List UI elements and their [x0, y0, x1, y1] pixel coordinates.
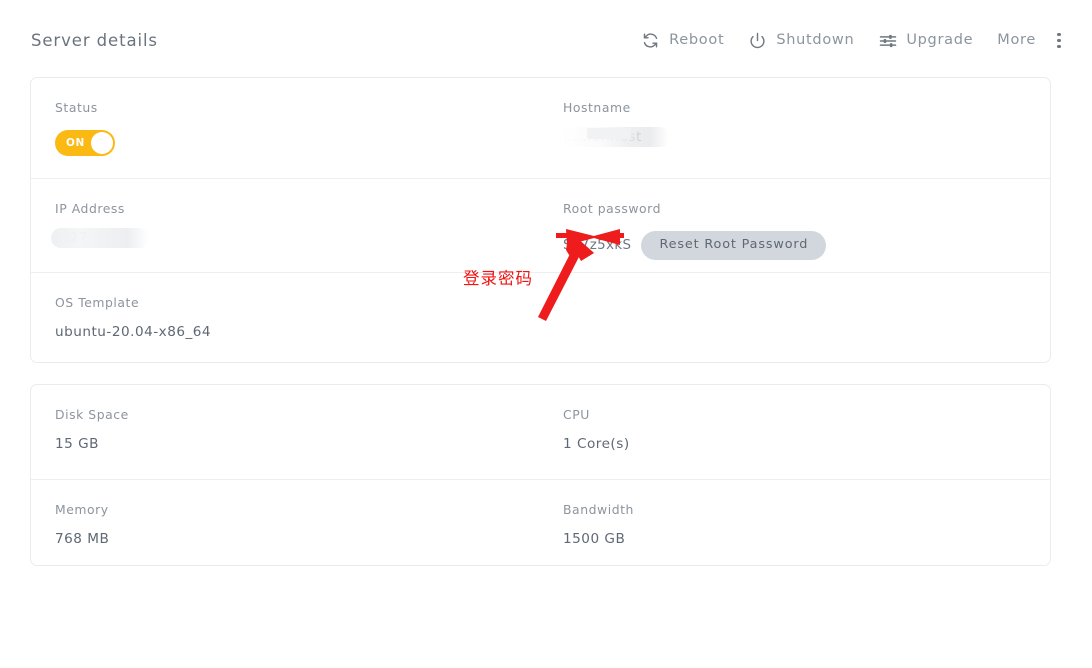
- header-toolbar: Reboot Shutdown Upgrade More: [629, 28, 1070, 53]
- hostname-value: ......er.host: [563, 129, 642, 146]
- disk-space-label: Disk Space: [55, 407, 129, 422]
- server-specs-card: Disk Space 15 GB CPU 1 Core(s) Memory 76…: [30, 384, 1051, 566]
- memory-value: 768 MB: [55, 531, 110, 548]
- more-vertical-icon[interactable]: [1050, 30, 1068, 52]
- field-bandwidth: Bandwidth 1500 GB: [563, 480, 1023, 565]
- status-toggle-knob: [91, 132, 113, 155]
- row-status-hostname: Status ON Hostname ......er.host: [31, 78, 1050, 178]
- more-button[interactable]: More: [985, 30, 1048, 51]
- row-ip-password: IP Address ...27 Root password Sp7z5xkS …: [31, 178, 1050, 272]
- os-template-label: OS Template: [55, 295, 140, 310]
- bandwidth-value: 1500 GB: [563, 531, 626, 548]
- shutdown-label: Shutdown: [776, 32, 855, 49]
- upgrade-button[interactable]: Upgrade: [866, 28, 985, 53]
- field-disk-space: Disk Space 15 GB: [55, 385, 563, 479]
- sliders-icon: [878, 31, 897, 50]
- server-details-page: Server details Reboot Shutdown Upgrade M…: [0, 0, 1092, 668]
- ip-address-value-wrap: ...27: [51, 228, 563, 249]
- reboot-label: Reboot: [669, 32, 725, 49]
- field-os-template: OS Template ubuntu-20.04-x86_64: [55, 273, 563, 362]
- power-icon: [748, 31, 767, 50]
- more-label: More: [997, 32, 1036, 49]
- status-toggle-label: ON: [66, 137, 85, 150]
- bandwidth-label: Bandwidth: [563, 502, 634, 517]
- field-status: Status ON: [55, 78, 563, 178]
- root-password-label: Root password: [563, 201, 661, 216]
- cpu-value: 1 Core(s): [563, 436, 630, 453]
- field-memory: Memory 768 MB: [55, 480, 563, 565]
- upgrade-label: Upgrade: [906, 32, 974, 49]
- refresh-icon: [641, 31, 660, 50]
- server-info-card: Status ON Hostname ......er.host IP Addr…: [30, 77, 1051, 363]
- field-cpu: CPU 1 Core(s): [563, 385, 1023, 479]
- disk-space-value: 15 GB: [55, 436, 99, 453]
- memory-label: Memory: [55, 502, 109, 517]
- page-title: Server details: [31, 31, 158, 50]
- ip-address-value: ...27: [55, 230, 88, 247]
- row-memory-bandwidth: Memory 768 MB Bandwidth 1500 GB: [31, 479, 1050, 565]
- shutdown-button[interactable]: Shutdown: [736, 28, 866, 53]
- field-root-password: Root password Sp7z5xkS Reset Root Passwo…: [563, 179, 1023, 272]
- status-toggle[interactable]: ON: [55, 130, 115, 157]
- field-os-template-spacer: [563, 273, 1023, 362]
- cpu-label: CPU: [563, 407, 590, 422]
- row-os-template: OS Template ubuntu-20.04-x86_64: [31, 272, 1050, 362]
- status-label: Status: [55, 100, 98, 115]
- reset-root-password-button[interactable]: Reset Root Password: [641, 231, 827, 261]
- hostname-value-wrap: ......er.host: [561, 127, 1023, 148]
- hostname-redacted: ......er.host: [561, 127, 669, 148]
- root-password-value: Sp7z5xkS: [563, 238, 632, 254]
- page-header: Server details Reboot Shutdown Upgrade M…: [0, 0, 1092, 70]
- ip-address-redacted: ...27: [51, 228, 149, 249]
- row-disk-cpu: Disk Space 15 GB CPU 1 Core(s): [31, 385, 1050, 479]
- field-ip-address: IP Address ...27: [51, 179, 563, 272]
- field-hostname: Hostname ......er.host: [561, 78, 1023, 178]
- os-template-value: ubuntu-20.04-x86_64: [55, 324, 212, 341]
- reboot-button[interactable]: Reboot: [629, 28, 736, 53]
- ip-address-label: IP Address: [55, 201, 125, 216]
- root-password-line: Sp7z5xkS Reset Root Password: [563, 231, 1023, 261]
- hostname-label: Hostname: [563, 100, 631, 115]
